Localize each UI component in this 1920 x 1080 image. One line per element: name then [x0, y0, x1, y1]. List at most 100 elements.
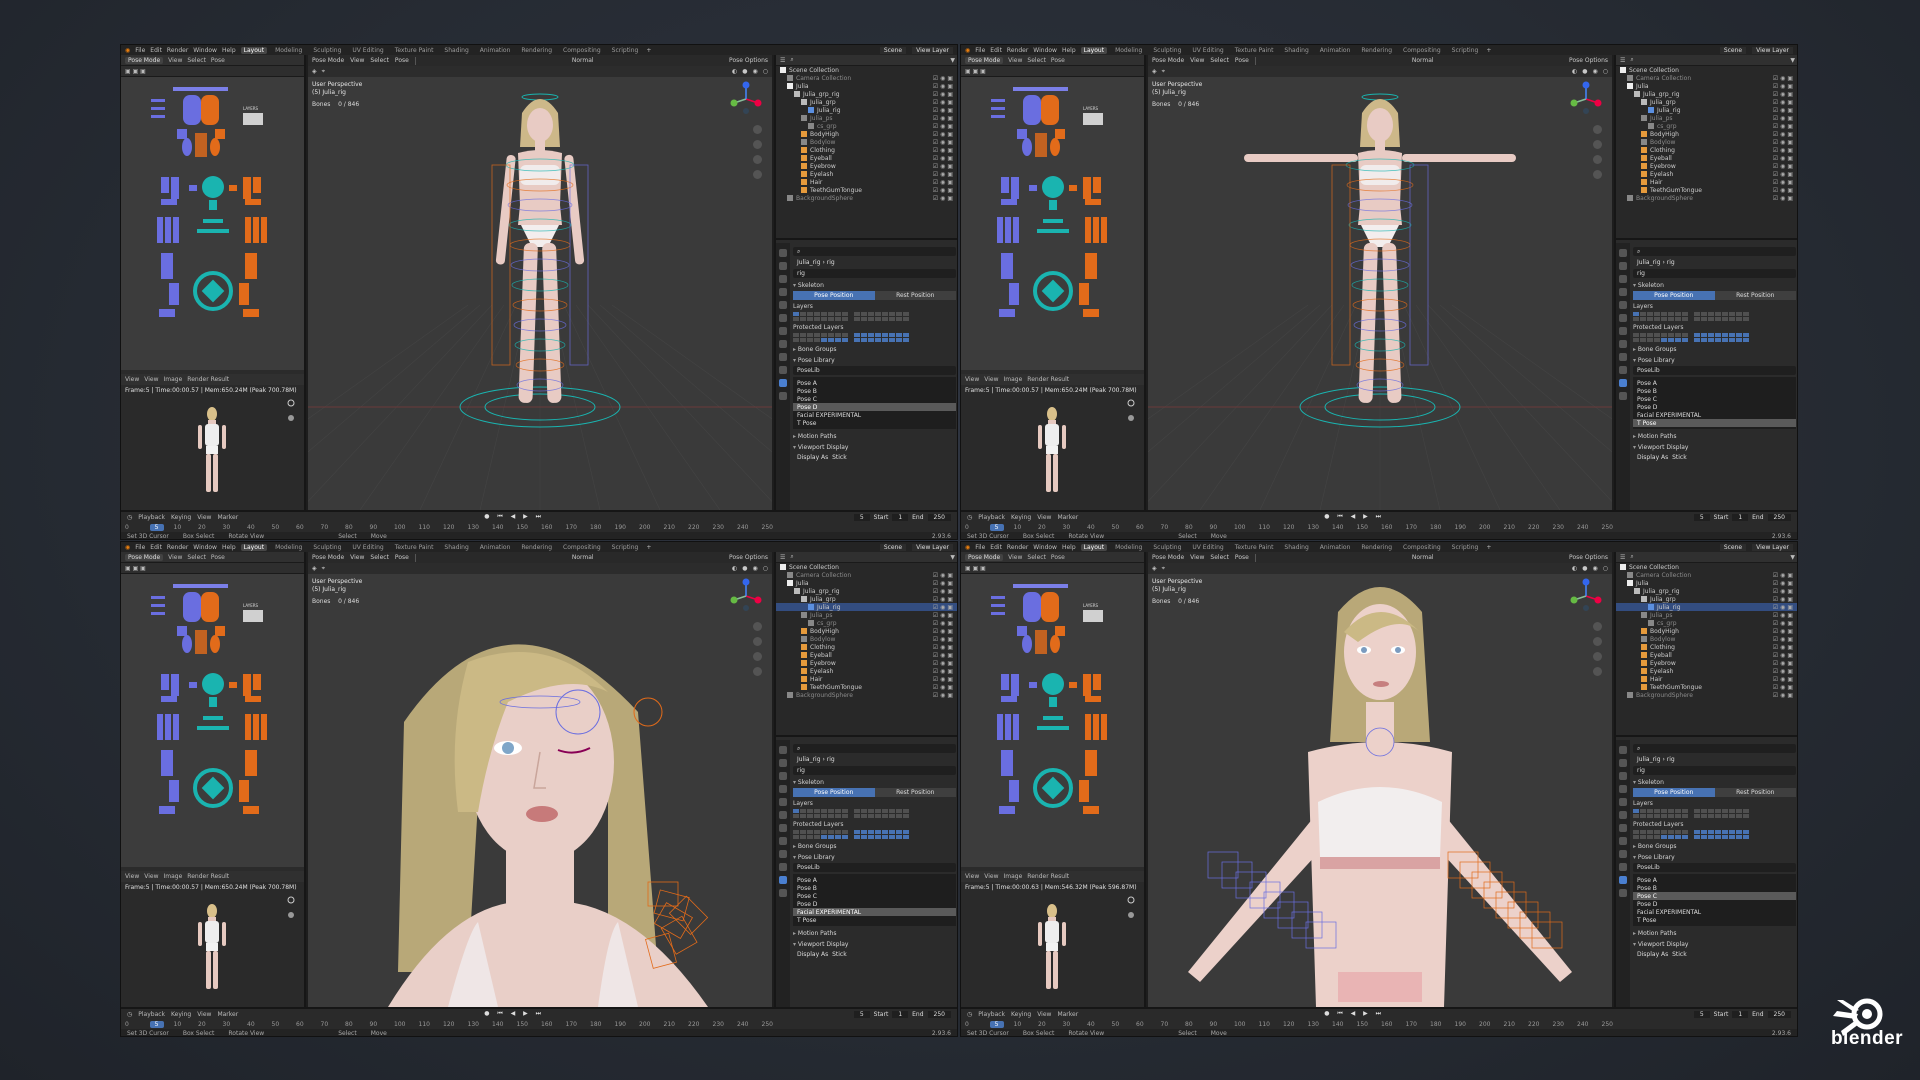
physics-tab-icon[interactable]	[779, 850, 787, 858]
picker-pose-menu[interactable]: Pose	[1051, 57, 1065, 64]
tab-animation[interactable]: Animation	[477, 47, 514, 54]
protected-layers-grid[interactable]	[1633, 333, 1796, 342]
3d-viewport[interactable]: Pose Mode View Select Pose Normal Pose O…	[1148, 55, 1612, 510]
viewport-view-menu[interactable]: View	[350, 554, 364, 561]
outliner-row[interactable]: Julia_grp_rig ☑◉▣	[1616, 587, 1797, 595]
timeline-view-menu[interactable]: View	[1037, 514, 1051, 521]
viewport-mode-dropdown[interactable]: Pose Mode	[312, 554, 344, 561]
menu-file[interactable]: File	[135, 544, 145, 551]
pose-list-item[interactable]: Pose D	[1633, 403, 1796, 411]
timeline-editor-icon[interactable]: ◷	[127, 514, 132, 521]
outliner-row[interactable]: Eyeball ☑◉▣	[1616, 651, 1797, 659]
outliner-row[interactable]: BodyHigh ☑◉▣	[1616, 627, 1797, 635]
outliner-row[interactable]: Julia_rig ☑◉▣	[1616, 603, 1797, 611]
poselib-field[interactable]: PoseLib	[1633, 863, 1796, 872]
picker-select-menu[interactable]: Select	[187, 554, 206, 561]
skeleton-panel[interactable]: Skeleton	[793, 282, 956, 289]
picker-select-menu[interactable]: Select	[1027, 554, 1046, 561]
menu-render[interactable]: Render	[167, 47, 188, 54]
display-as-value[interactable]: Stick	[1672, 951, 1687, 958]
visibility-toggle-icon[interactable]: ☑◉▣	[1773, 596, 1797, 603]
pan-hand-icon[interactable]	[1593, 140, 1602, 149]
tab-texture-paint[interactable]: Texture Paint	[392, 544, 437, 551]
outliner-row[interactable]: Julia_rig ☑◉▣	[776, 603, 957, 611]
display-as-field[interactable]: Display As Stick	[1633, 453, 1796, 462]
viewport-pose-menu[interactable]: Pose	[395, 554, 409, 561]
visibility-toggle-icon[interactable]: ☑◉▣	[1773, 620, 1797, 627]
constraint-tab-icon[interactable]	[779, 863, 787, 871]
start-frame-field[interactable]: 1	[892, 1010, 909, 1018]
outliner-row[interactable]: BackgroundSphere ☑◉▣	[1616, 691, 1797, 699]
scene-tab-icon[interactable]	[1619, 301, 1627, 309]
add-workspace-icon[interactable]: +	[1486, 544, 1491, 551]
outliner-row[interactable]: Scene Collection	[776, 66, 957, 74]
pose-options-button[interactable]: Pose Options	[1569, 57, 1612, 64]
visibility-toggle-icon[interactable]: ☑◉▣	[933, 179, 957, 186]
visibility-toggle-icon[interactable]: ☑◉▣	[1773, 115, 1797, 122]
navigation-gizmo[interactable]	[1568, 578, 1604, 614]
visibility-toggle-icon[interactable]: ☑◉▣	[933, 131, 957, 138]
render-image-menu[interactable]: Image	[164, 873, 183, 880]
tab-texture-paint[interactable]: Texture Paint	[1232, 544, 1277, 551]
menu-window[interactable]: Window	[1033, 544, 1057, 551]
visibility-toggle-icon[interactable]: ☑◉▣	[933, 636, 957, 643]
outliner-row[interactable]: Bodylow ☑◉▣	[1616, 635, 1797, 643]
tab-rendering[interactable]: Rendering	[1358, 47, 1395, 54]
pose-position-button[interactable]: Pose Position	[1633, 291, 1715, 300]
visibility-toggle-icon[interactable]: ☑◉▣	[1773, 572, 1797, 579]
shading-solid-icon[interactable]: ●	[742, 68, 747, 75]
bone-tab-icon[interactable]	[779, 889, 787, 897]
menu-edit[interactable]: Edit	[150, 47, 162, 54]
orientation-dropdown[interactable]: Normal	[572, 554, 594, 561]
outliner-row[interactable]: Hair ☑◉▣	[776, 675, 957, 683]
tool-tab-icon[interactable]	[779, 746, 787, 754]
visibility-toggle-icon[interactable]: ☑◉▣	[933, 163, 957, 170]
playback-menu[interactable]: Playback	[138, 514, 165, 521]
output-tab-icon[interactable]	[1619, 275, 1627, 283]
tool-tab-icon[interactable]	[1619, 249, 1627, 257]
outliner-search-icon[interactable]: ⌕	[790, 56, 793, 64]
viewport-pose-menu[interactable]: Pose	[1235, 57, 1249, 64]
tab-texture-paint[interactable]: Texture Paint	[1232, 47, 1277, 54]
picker-tool-icon[interactable]: ▣ ▣ ▣	[125, 68, 146, 75]
pose-list-item[interactable]: Pose D	[1633, 900, 1796, 908]
outliner-row[interactable]: Hair ☑◉▣	[776, 178, 957, 186]
object-tab-icon[interactable]	[1619, 824, 1627, 832]
visibility-toggle-icon[interactable]: ☑◉▣	[933, 692, 957, 699]
shading-solid-icon[interactable]: ●	[1582, 68, 1587, 75]
rig-picker[interactable]: LAYERS	[121, 77, 304, 370]
outliner-row[interactable]: BackgroundSphere ☑◉▣	[776, 194, 957, 202]
outliner-row[interactable]: BodyHigh ☑◉▣	[776, 627, 957, 635]
display-as-field[interactable]: Display As Stick	[1633, 950, 1796, 959]
render-tab-icon[interactable]	[779, 759, 787, 767]
current-frame-field[interactable]: 5	[853, 1010, 870, 1018]
scene-selector[interactable]: Scene	[1719, 543, 1747, 551]
visibility-toggle-icon[interactable]: ☑◉▣	[1773, 91, 1797, 98]
outliner-row[interactable]: Hair ☑◉▣	[1616, 675, 1797, 683]
armature-data-tab-icon[interactable]	[1619, 876, 1627, 884]
tab-layout[interactable]: Layout	[1080, 543, 1108, 551]
ortho-grid-icon[interactable]	[1593, 170, 1602, 179]
transform-pivot-icon[interactable]: ◈	[1152, 565, 1157, 572]
tab-animation[interactable]: Animation	[477, 544, 514, 551]
pose-list-item[interactable]: Pose C	[1633, 892, 1796, 900]
current-frame-field[interactable]: 5	[1693, 513, 1710, 521]
tab-modeling[interactable]: Modeling	[272, 544, 305, 551]
outliner-row[interactable]: TeethGumTongue ☑◉▣	[776, 683, 957, 691]
pose-options-button[interactable]: Pose Options	[729, 57, 772, 64]
tab-scripting[interactable]: Scripting	[609, 47, 642, 54]
visibility-toggle-icon[interactable]: ☑◉▣	[1773, 155, 1797, 162]
outliner-display-icon[interactable]: ☰	[780, 57, 785, 64]
layers-grid[interactable]	[1633, 809, 1796, 818]
start-frame-field[interactable]: 1	[1732, 1010, 1749, 1018]
tab-uv-editing[interactable]: UV Editing	[349, 47, 386, 54]
world-tab-icon[interactable]	[1619, 314, 1627, 322]
tab-modeling[interactable]: Modeling	[1112, 47, 1145, 54]
outliner-row[interactable]: Camera Collection ☑◉▣	[776, 571, 957, 579]
visibility-toggle-icon[interactable]: ☑◉▣	[1773, 187, 1797, 194]
tab-shading[interactable]: Shading	[441, 47, 471, 54]
ortho-grid-icon[interactable]	[1593, 667, 1602, 676]
visibility-toggle-icon[interactable]: ☑◉▣	[933, 91, 957, 98]
zoom-icon[interactable]	[753, 622, 762, 631]
visibility-toggle-icon[interactable]: ☑◉▣	[933, 115, 957, 122]
